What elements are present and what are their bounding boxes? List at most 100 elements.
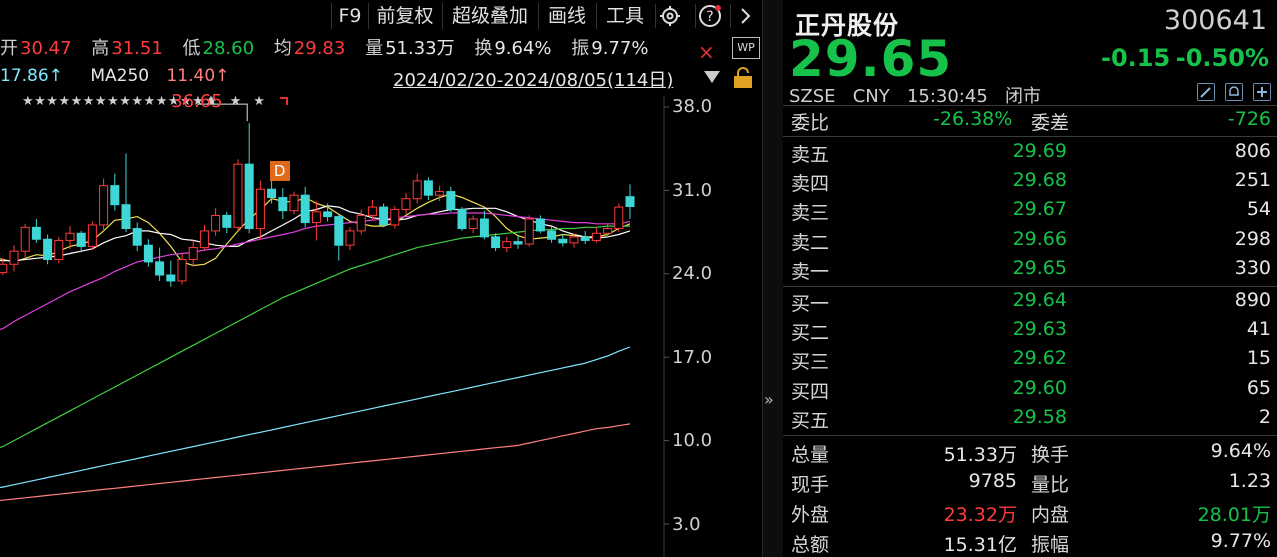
divider (783, 105, 1277, 106)
d-event-marker[interactable]: D (269, 161, 290, 182)
ask-price: 29.69 (1012, 140, 1067, 162)
bid-level-row[interactable]: 买四 29.60 65 (783, 377, 1277, 406)
stock-code: 300641 (1163, 5, 1267, 36)
alert-bell-icon[interactable] (1225, 83, 1243, 101)
candle-down (278, 197, 288, 212)
ask-level-row[interactable]: 卖二 29.66 298 (783, 228, 1277, 257)
candle-down (222, 214, 232, 228)
candle-down (625, 196, 635, 207)
candle-up (614, 206, 624, 230)
ask-label: 卖五 (791, 144, 830, 166)
price-axis-tick-label: 24.0 (672, 263, 713, 284)
bid-vol: 41 (1246, 318, 1271, 341)
candle-up (591, 232, 601, 241)
ask-vol: 251 (1234, 169, 1271, 192)
volume-ratio-label: 量比 (1031, 474, 1070, 496)
candle-up (569, 236, 579, 244)
candle-up (65, 232, 75, 241)
bid-level-row[interactable]: 买一 29.64 890 (783, 289, 1277, 318)
commission-diff-label: 委差 (1031, 112, 1070, 134)
inner-volume-label: 内盘 (1031, 504, 1070, 526)
amplitude-label-right: 振幅 (1031, 534, 1070, 556)
ma-line-ma250 (0, 423, 631, 501)
divider (783, 435, 1277, 436)
total-volume-value: 51.33万 (943, 444, 1017, 466)
ask-label: 卖四 (791, 173, 830, 196)
bid-level-row[interactable]: 买二 29.63 41 (783, 318, 1277, 347)
candle-up (54, 239, 64, 261)
candle-up (524, 218, 534, 245)
candle-down (547, 230, 557, 240)
bid-vol: 65 (1246, 376, 1271, 399)
ask-label: 卖一 (791, 260, 830, 283)
high-price-annotation: 36.65 (171, 91, 223, 113)
divider (783, 286, 1277, 287)
turnover-label-right: 换手 (1031, 444, 1070, 466)
candle-down (110, 185, 120, 206)
edit-icon[interactable] (1197, 83, 1215, 101)
candle-up (20, 226, 30, 252)
add-icon[interactable] (1253, 83, 1271, 101)
volume-ratio-value: 1.23 (1228, 470, 1271, 492)
bid-price: 29.58 (1012, 405, 1067, 428)
candle-up (367, 206, 377, 216)
bid-label: 买二 (791, 322, 830, 345)
candle-up (390, 208, 400, 226)
candle-up (0, 263, 8, 274)
commission-row: 委比 -26.38% 委差 -726 (783, 108, 1277, 137)
ask-price: 29.68 (1012, 169, 1067, 192)
candle-up (356, 214, 366, 232)
ask-vol: 806 (1234, 140, 1271, 162)
candle-down (535, 218, 545, 232)
ask-label: 卖三 (791, 202, 830, 225)
candle-up (255, 188, 265, 230)
candle-down (31, 226, 41, 240)
candle-down (121, 204, 131, 230)
price-axis-tick-label: 38.0 (672, 96, 713, 117)
candle-down (513, 241, 523, 245)
bid-level-row[interactable]: 买五 29.58 2 (783, 406, 1277, 435)
candle-up (87, 224, 97, 247)
candle-down (267, 188, 277, 199)
market-status: 闭市 (1004, 86, 1041, 107)
outer-volume-label: 外盘 (791, 504, 830, 526)
price-axis-tick-label: 10.0 (672, 430, 713, 451)
ask-vol: 298 (1234, 227, 1271, 250)
bid-vol: 2 (1258, 405, 1271, 428)
collapse-icon[interactable]: » (764, 390, 774, 409)
kline-chart-panel[interactable]: F9 前复权 超级叠加 画线 工具 ? 开 30.47 高 31.51 低 28.60… (0, 0, 762, 557)
bid-label: 买五 (791, 409, 830, 432)
price-axis-tick-label: 17.0 (672, 346, 713, 368)
ask-price: 29.66 (1012, 227, 1067, 250)
candle-up (289, 194, 299, 212)
candle-up (188, 247, 198, 261)
bid-label: 买一 (791, 293, 830, 315)
candle-down (43, 238, 53, 261)
bid-label: 买四 (791, 380, 830, 403)
candle-up (502, 241, 512, 249)
candle-up (311, 211, 321, 224)
ask-level-row[interactable]: 卖一 29.65 330 (783, 257, 1277, 286)
amount-label: 总额 (791, 534, 830, 556)
candle-up (233, 163, 243, 228)
bid-level-row[interactable]: 买三 29.62 15 (783, 347, 1277, 376)
commission-diff-value: -726 (1227, 108, 1271, 130)
ask-level-row[interactable]: 卖五 29.69 806 (783, 140, 1277, 169)
panel-splitter[interactable] (762, 0, 784, 557)
candle-down (379, 206, 389, 226)
ask-level-row[interactable]: 卖三 29.67 54 (783, 198, 1277, 227)
amplitude-value-right: 9.77% (1210, 530, 1271, 552)
candle-down (323, 211, 333, 218)
amount-value: 15.31亿 (943, 534, 1017, 556)
candle-down (143, 244, 153, 263)
candle-up (401, 198, 411, 210)
candle-up (603, 228, 613, 234)
ask-level-row[interactable]: 卖四 29.68 251 (783, 169, 1277, 198)
bid-label: 买三 (791, 351, 830, 374)
candle-down (558, 238, 568, 244)
quote-time: 15:30:45 (906, 86, 988, 107)
candle-down (155, 261, 165, 276)
candle-down (423, 180, 433, 196)
quote-panel: 正丹股份 300641 29.65 -0.15 -0.50% SZSE CNY … (783, 0, 1277, 557)
candle-down (334, 216, 344, 246)
